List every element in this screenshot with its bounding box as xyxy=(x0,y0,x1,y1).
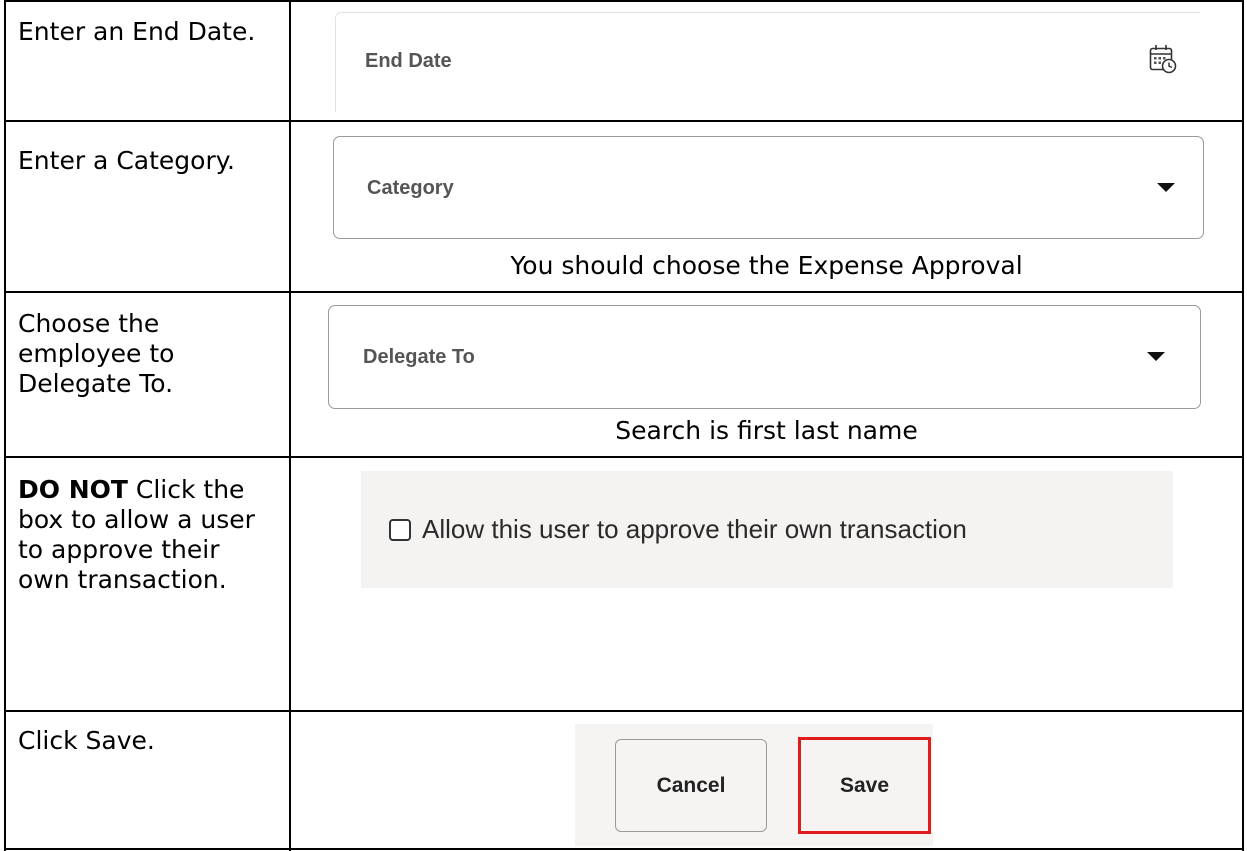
cancel-button[interactable]: Cancel xyxy=(615,739,767,832)
delegate-to-label: Delegate To xyxy=(363,346,475,368)
table-border-top xyxy=(4,0,1244,2)
instruction-delegate-to: Choose the employee to Delegate To. xyxy=(18,309,175,398)
instruction-allow-self-approval: DO NOT Click the box to allow a user to … xyxy=(18,475,273,595)
end-date-field[interactable]: End Date xyxy=(335,12,1200,112)
calendar-clock-icon[interactable] xyxy=(1149,44,1177,74)
category-select[interactable]: Category xyxy=(333,136,1204,239)
save-button[interactable]: Save xyxy=(801,740,928,831)
allow-self-approval-label[interactable]: Allow this user to approve their own tra… xyxy=(422,514,967,545)
row-divider-4 xyxy=(4,710,1244,712)
button-bar: Cancel Save xyxy=(575,724,933,846)
table-border-right xyxy=(1242,0,1244,851)
instruction-end-date: Enter an End Date. xyxy=(18,17,256,46)
save-highlight: Save xyxy=(798,737,931,834)
table-border-left xyxy=(4,0,6,851)
instruction-save: Click Save. xyxy=(18,726,155,755)
delegate-to-note: Search is first last name xyxy=(615,416,918,445)
allow-self-approval-checkbox[interactable] xyxy=(389,519,411,541)
row-divider-3 xyxy=(4,456,1244,458)
caret-down-icon[interactable] xyxy=(1147,352,1165,361)
allow-self-approval-panel: Allow this user to approve their own tra… xyxy=(361,471,1173,588)
do-not-emphasis: DO NOT xyxy=(18,475,128,504)
row-divider-1 xyxy=(4,120,1244,122)
category-label: Category xyxy=(367,177,454,199)
table-border-bottom xyxy=(4,848,1244,850)
caret-down-icon[interactable] xyxy=(1157,183,1175,192)
end-date-label: End Date xyxy=(365,50,452,72)
category-note: You should choose the Expense Approval xyxy=(510,251,1023,280)
instruction-category: Enter a Category. xyxy=(18,146,235,175)
delegate-to-select[interactable]: Delegate To xyxy=(328,305,1201,409)
row-divider-2 xyxy=(4,291,1244,293)
